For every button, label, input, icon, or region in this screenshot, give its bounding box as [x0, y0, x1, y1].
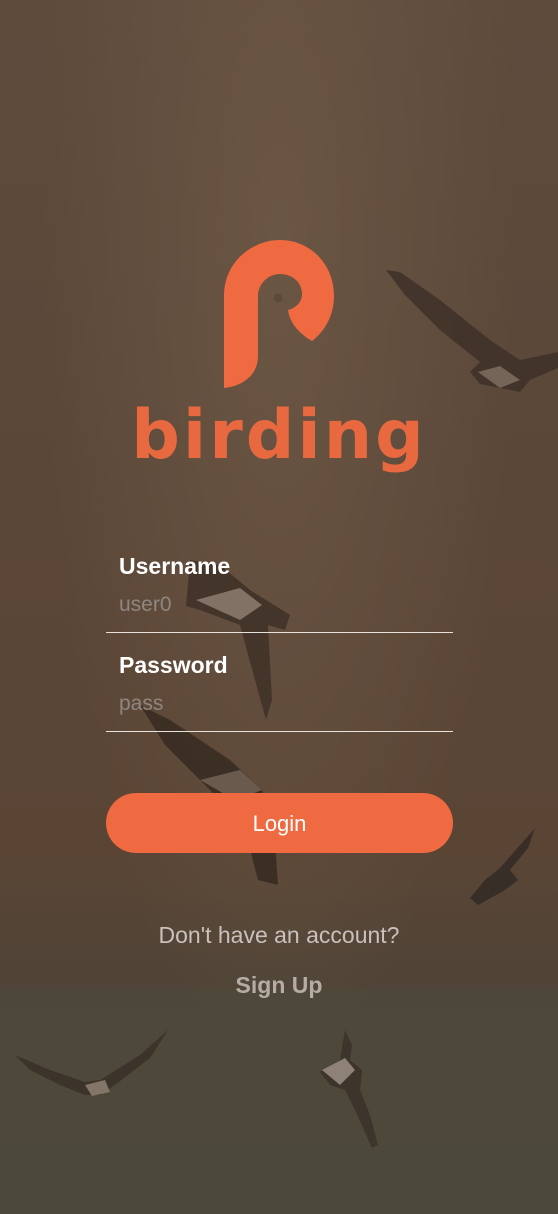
login-form: Username Password [106, 545, 453, 743]
password-input[interactable] [119, 688, 439, 720]
password-field-group: Password [106, 644, 453, 732]
password-label: Password [119, 652, 228, 678]
username-label: Username [119, 553, 231, 579]
bird-logo-icon [224, 240, 334, 388]
signup-prompt: Don't have an account? [158, 922, 400, 948]
username-field-group: Username [106, 545, 453, 633]
brand-logo: birding [0, 236, 558, 481]
signup-link[interactable]: Sign Up [0, 972, 558, 999]
login-button[interactable]: Login [106, 793, 453, 853]
username-input[interactable] [119, 589, 439, 621]
brand-name: birding [131, 396, 427, 475]
